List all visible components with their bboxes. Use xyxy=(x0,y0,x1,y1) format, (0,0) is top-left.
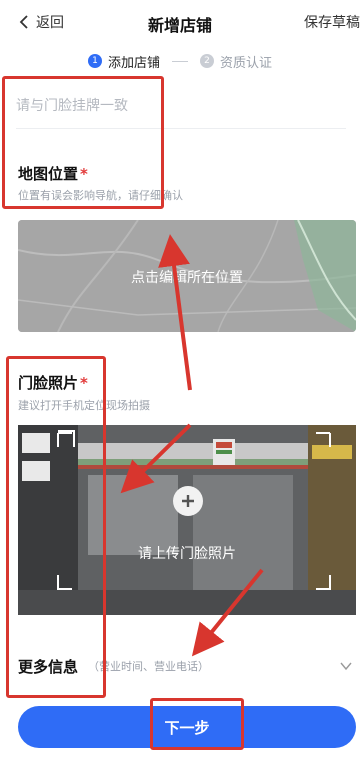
app-screen: 返回 新增店铺 保存草稿 1 添加店铺 2 资质认证 地图位置* 位置有误会影响… xyxy=(0,0,360,770)
step-label: 添加店铺 xyxy=(107,55,160,71)
plus-icon xyxy=(182,495,194,507)
save-draft-button[interactable]: 保存草稿 xyxy=(304,12,360,32)
add-photo-button[interactable] xyxy=(173,486,203,516)
step-number: 1 xyxy=(87,54,102,68)
step-qualification: 2 资质认证 xyxy=(200,52,272,71)
annotation-box-name-map xyxy=(2,76,164,209)
navigation-bar: 返回 新增店铺 保存草稿 xyxy=(0,0,360,44)
step-label: 资质认证 xyxy=(220,55,273,71)
progress-stepper: 1 添加店铺 2 资质认证 xyxy=(0,48,360,74)
step-connector xyxy=(172,60,188,62)
map-prompt: 点击编辑所在位置 xyxy=(131,270,243,286)
more-info-hint: （营业时间、营业电话） xyxy=(88,660,209,673)
chevron-down-icon xyxy=(340,662,352,671)
annotation-box-next xyxy=(150,698,244,750)
step-number: 2 xyxy=(200,54,214,68)
step-add-store: 1 添加店铺 xyxy=(87,52,160,71)
map-picker[interactable]: 点击编辑所在位置 xyxy=(18,220,356,332)
annotation-box-photo-more xyxy=(6,356,106,698)
